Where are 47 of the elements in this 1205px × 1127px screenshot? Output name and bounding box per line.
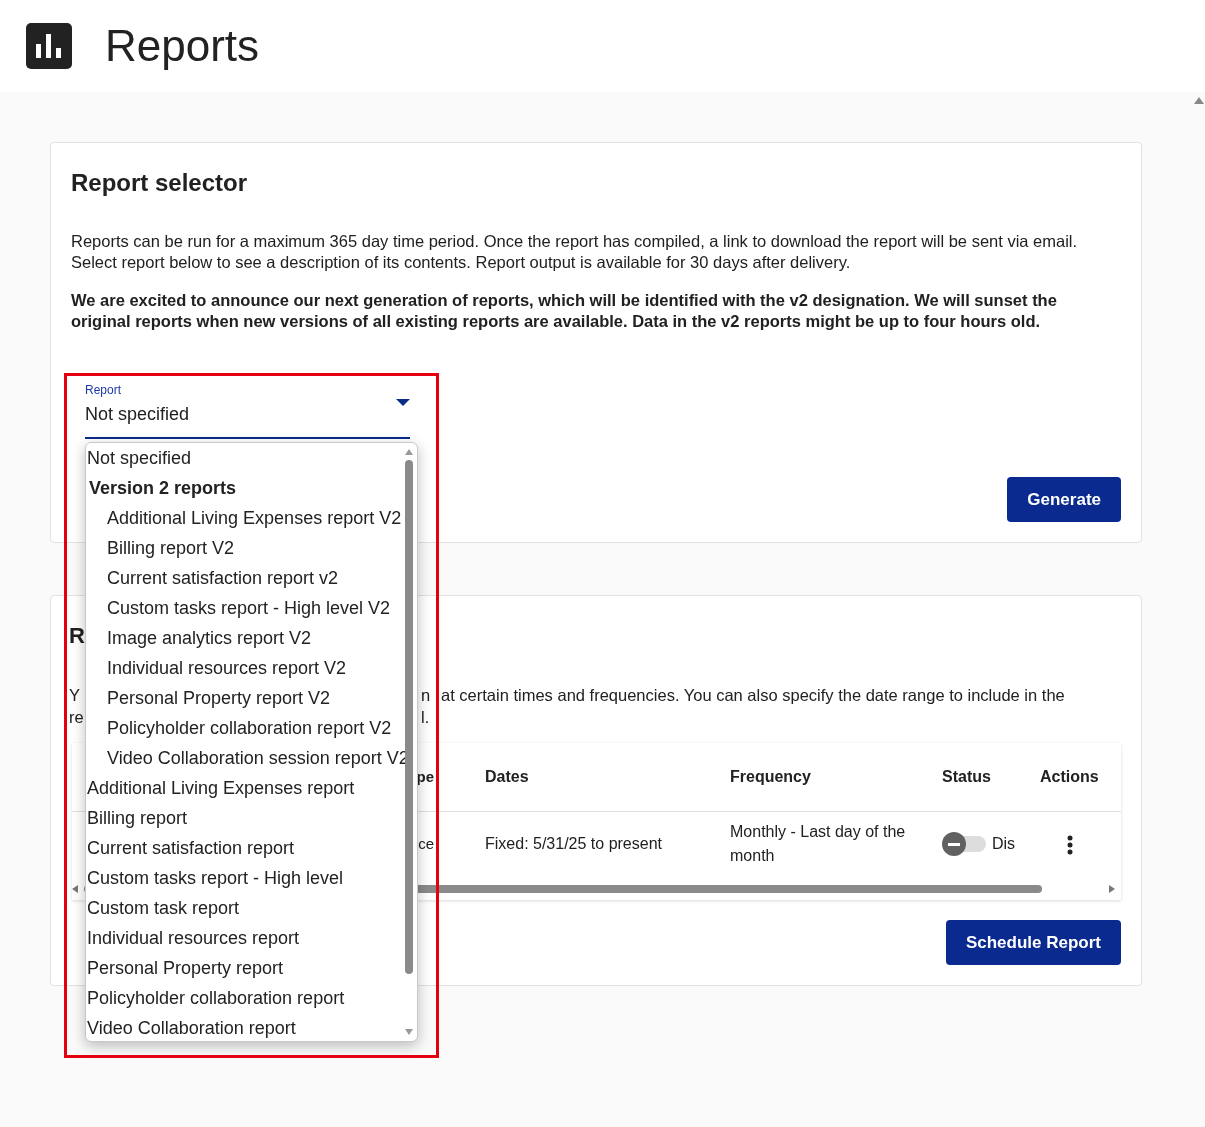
card-title: Report selector — [71, 168, 249, 198]
status-toggle[interactable] — [942, 832, 986, 856]
dropdown-option[interactable]: Current satisfaction report — [86, 833, 417, 863]
report-select[interactable]: Report Not specified — [85, 383, 410, 439]
dropdown-option[interactable]: Individual resources report — [86, 923, 417, 953]
dropdown-option[interactable]: Additional Living Expenses report — [86, 773, 417, 803]
partial-text: l. — [421, 707, 430, 728]
announcement-text: We are excited to announce our next generation of reports, which will be identified with the v2 designation. We will sunset the original reports when new versions of all existing reports are available. Data in the v2 reports might be up to four hours old. — [71, 290, 1058, 332]
table-cell: ce — [418, 835, 434, 852]
bar-chart-icon — [26, 23, 72, 69]
dropdown-option[interactable]: Billing report — [86, 803, 417, 833]
generate-button[interactable]: Generate — [1007, 477, 1121, 522]
table-cell-text: Fixed: 5/31/25 to present — [484, 834, 663, 854]
column-header: Dates — [484, 767, 530, 787]
description-text: Reports can be run for a maximum 365 day time period. Once the report has compiled, a link to download the report will be sent via email. Select report below to see a description of its contents. Report output is available for 30 days after delivery. — [71, 231, 1079, 273]
more-options-icon[interactable] — [1067, 834, 1073, 855]
dropdown-option[interactable]: Individual resources report V2 — [86, 653, 417, 683]
column-header: pe — [416, 768, 434, 785]
dropdown-option[interactable]: Billing report V2 — [86, 533, 417, 563]
schedule-report-button[interactable]: Schedule Report — [945, 920, 1121, 965]
dropdown-option[interactable]: Additional Living Expenses report V2 — [86, 503, 417, 533]
group-label: Version 2 reports — [88, 477, 238, 500]
column-header: Status — [941, 767, 992, 787]
card-title: R — [69, 622, 85, 650]
dropdown-option[interactable]: Personal Property report V2 — [86, 683, 417, 713]
partial-text: Y — [69, 686, 80, 704]
minus-icon — [948, 842, 960, 846]
column-header: Frequency — [729, 767, 812, 787]
page-title: Reports — [105, 19, 260, 72]
column-header: Actions — [1039, 767, 1100, 787]
partial-text: re — [69, 708, 84, 726]
dropdown-option[interactable]: Custom tasks report - High level V2 — [86, 593, 417, 623]
table-cell-text: Monthly - Last day of the month — [729, 822, 907, 866]
dropdown-option[interactable]: Current satisfaction report v2 — [86, 563, 417, 593]
status-label: Dis — [992, 834, 1016, 854]
dropdown-option[interactable]: Video Collaboration report — [86, 1013, 417, 1041]
dropdown-option[interactable]: Policyholder collaboration report — [86, 983, 417, 1013]
dropdown-option[interactable]: Personal Property report — [86, 953, 417, 983]
scroll-up-arrow-icon[interactable] — [1194, 95, 1204, 105]
dropdown-option[interactable]: Image analytics report V2 — [86, 623, 417, 653]
caret-icon — [396, 399, 410, 407]
dropdown-option[interactable]: Not specified — [86, 443, 417, 473]
dropdown-option[interactable]: Custom tasks report - High level — [86, 863, 417, 893]
partial-text: n — [421, 685, 431, 706]
body-text: at certain times and frequencies. You can also specify the date range to include in the — [441, 685, 1065, 706]
dropdown-option[interactable]: Policyholder collaboration report V2 — [86, 713, 417, 743]
dropdown-option[interactable]: Custom task report — [86, 893, 417, 923]
